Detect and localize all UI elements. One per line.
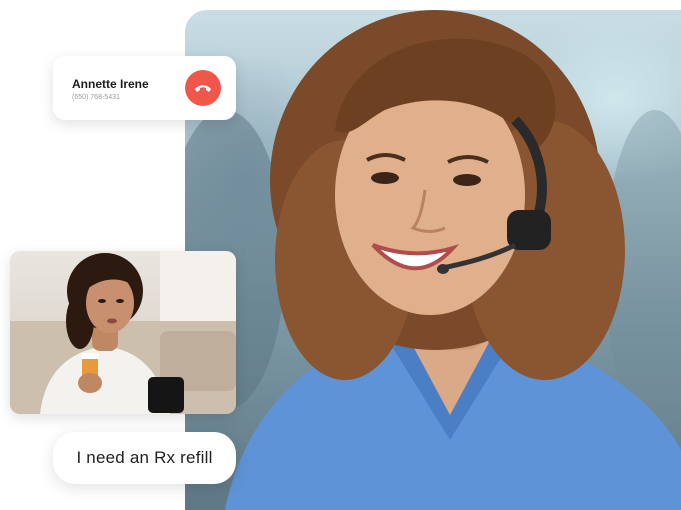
phone-hangup-icon xyxy=(195,85,211,92)
message-text: I need an Rx refill xyxy=(76,448,213,467)
caller-phone: (650) 768-5431 xyxy=(72,94,120,101)
incoming-call-card: Annette Irene (650) 768-5431 xyxy=(53,56,236,120)
message-bubble: I need an Rx refill xyxy=(53,432,236,484)
hangup-button[interactable] xyxy=(185,70,221,106)
nurse-photo xyxy=(185,10,681,510)
stage: Annette Irene (650) 768-5431 I need an R… xyxy=(0,0,681,510)
patient-illustration xyxy=(10,251,236,414)
patient-video-thumbnail[interactable] xyxy=(10,251,236,414)
nurse-illustration xyxy=(185,10,681,510)
caller-name: Annette Irene xyxy=(72,77,149,91)
